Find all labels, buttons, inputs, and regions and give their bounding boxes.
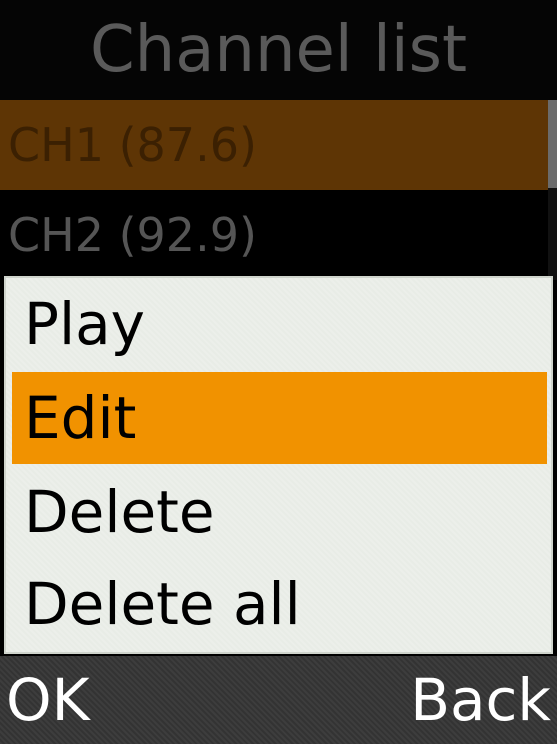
channel-list: CH1 (87.6) CH2 (92.9) bbox=[0, 100, 557, 280]
menu-item-delete-all[interactable]: Delete all bbox=[12, 558, 547, 650]
channel-label: CH1 (87.6) bbox=[8, 118, 257, 172]
channel-item-ch1[interactable]: CH1 (87.6) bbox=[0, 100, 548, 190]
menu-item-label: Edit bbox=[24, 384, 137, 452]
softkey-bar: OK Back bbox=[0, 656, 557, 744]
scrollbar[interactable] bbox=[548, 100, 557, 280]
scroll-thumb[interactable] bbox=[548, 100, 557, 188]
back-softkey[interactable]: Back bbox=[410, 656, 551, 744]
channel-item-ch2[interactable]: CH2 (92.9) bbox=[0, 190, 548, 280]
menu-item-label: Delete bbox=[24, 478, 215, 546]
page-title: Channel list bbox=[0, 0, 557, 100]
channel-label: CH2 (92.9) bbox=[8, 208, 257, 262]
menu-item-delete[interactable]: Delete bbox=[12, 466, 547, 558]
radio-screen: Channel list CH1 (87.6) CH2 (92.9) Play … bbox=[0, 0, 557, 744]
ok-softkey[interactable]: OK bbox=[6, 656, 90, 744]
menu-item-label: Delete all bbox=[24, 570, 301, 638]
menu-item-label: Play bbox=[24, 290, 145, 358]
menu-item-edit[interactable]: Edit bbox=[12, 372, 547, 464]
options-menu: Play Edit Delete Delete all bbox=[4, 276, 553, 654]
menu-item-play[interactable]: Play bbox=[12, 278, 547, 370]
